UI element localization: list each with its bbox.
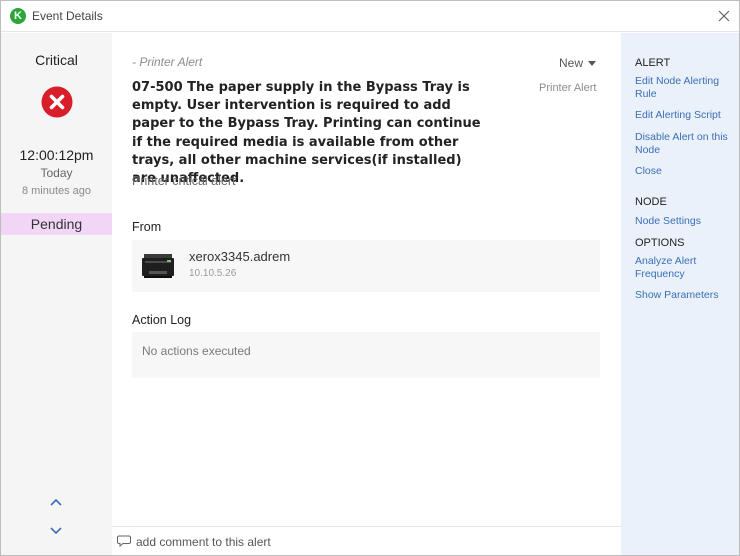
printer-icon (142, 254, 174, 278)
comment-input[interactable] (136, 532, 606, 552)
event-summary-panel: Critical 12:00:12pm Today 8 minutes ago … (1, 33, 112, 555)
from-node-card[interactable]: xerox3345.adrem 10.10.5.26 (132, 240, 600, 292)
event-details-window: K Event Details Critical 12:00:12pm Toda… (0, 0, 740, 556)
chevron-down-icon[interactable] (48, 522, 64, 538)
app-logo-letter: K (14, 10, 22, 22)
close-icon[interactable] (714, 6, 734, 26)
event-detail-main: - Printer Alert New Printer Alert 07-500… (112, 33, 621, 526)
from-section-label: From (132, 220, 162, 234)
state-value: New (559, 56, 584, 70)
alert-sub-message: Printer critical alert (132, 174, 236, 188)
event-time: 12:00:12pm (19, 147, 94, 163)
previous-event-button[interactable] (48, 495, 64, 511)
edit-node-alerting-rule-link[interactable]: Edit Node Alerting Rule (635, 75, 735, 100)
edit-alerting-script-link[interactable]: Edit Alerting Script (635, 109, 735, 122)
action-log-panel: No actions executed (132, 332, 600, 378)
state-dropdown[interactable]: New (559, 56, 597, 70)
node-settings-link[interactable]: Node Settings (635, 215, 735, 228)
comment-icon (117, 535, 131, 547)
disable-alert-link[interactable]: Disable Alert on this Node (635, 131, 735, 156)
comment-bar (112, 526, 621, 555)
analyze-alert-frequency-link[interactable]: Analyze Alert Frequency (635, 255, 735, 280)
alert-source-label: Printer Alert (539, 82, 597, 94)
status-badge: Pending (1, 213, 112, 235)
severity-label: Critical (35, 52, 78, 68)
node-ip: 10.10.5.26 (189, 268, 237, 279)
caret-down-icon (588, 61, 597, 67)
action-log-label: Action Log (132, 313, 192, 327)
app-logo-icon: K (10, 8, 26, 24)
action-log-empty-text: No actions executed (142, 344, 251, 358)
node-name: xerox3345.adrem (189, 249, 291, 264)
alert-type-label: - Printer Alert (132, 55, 203, 69)
show-parameters-link[interactable]: Show Parameters (635, 289, 735, 302)
title-bar: K Event Details (1, 1, 739, 32)
event-day: Today (40, 166, 73, 180)
node-section-heading: NODE (635, 196, 667, 208)
options-section-heading: OPTIONS (635, 237, 685, 249)
window-title: Event Details (32, 9, 103, 23)
close-window-button[interactable] (714, 6, 734, 26)
alert-message: 07-500 The paper supply in the Bypass Tr… (132, 80, 481, 187)
alert-section-heading: ALERT (635, 57, 671, 69)
chevron-up-icon[interactable] (48, 495, 64, 511)
next-event-button[interactable] (48, 522, 64, 538)
close-alert-link[interactable]: Close (635, 165, 735, 178)
critical-icon (41, 86, 73, 118)
event-relative-time: 8 minutes ago (21, 185, 92, 197)
actions-sidebar: ALERT Edit Node Alerting Rule Edit Alert… (621, 33, 739, 555)
